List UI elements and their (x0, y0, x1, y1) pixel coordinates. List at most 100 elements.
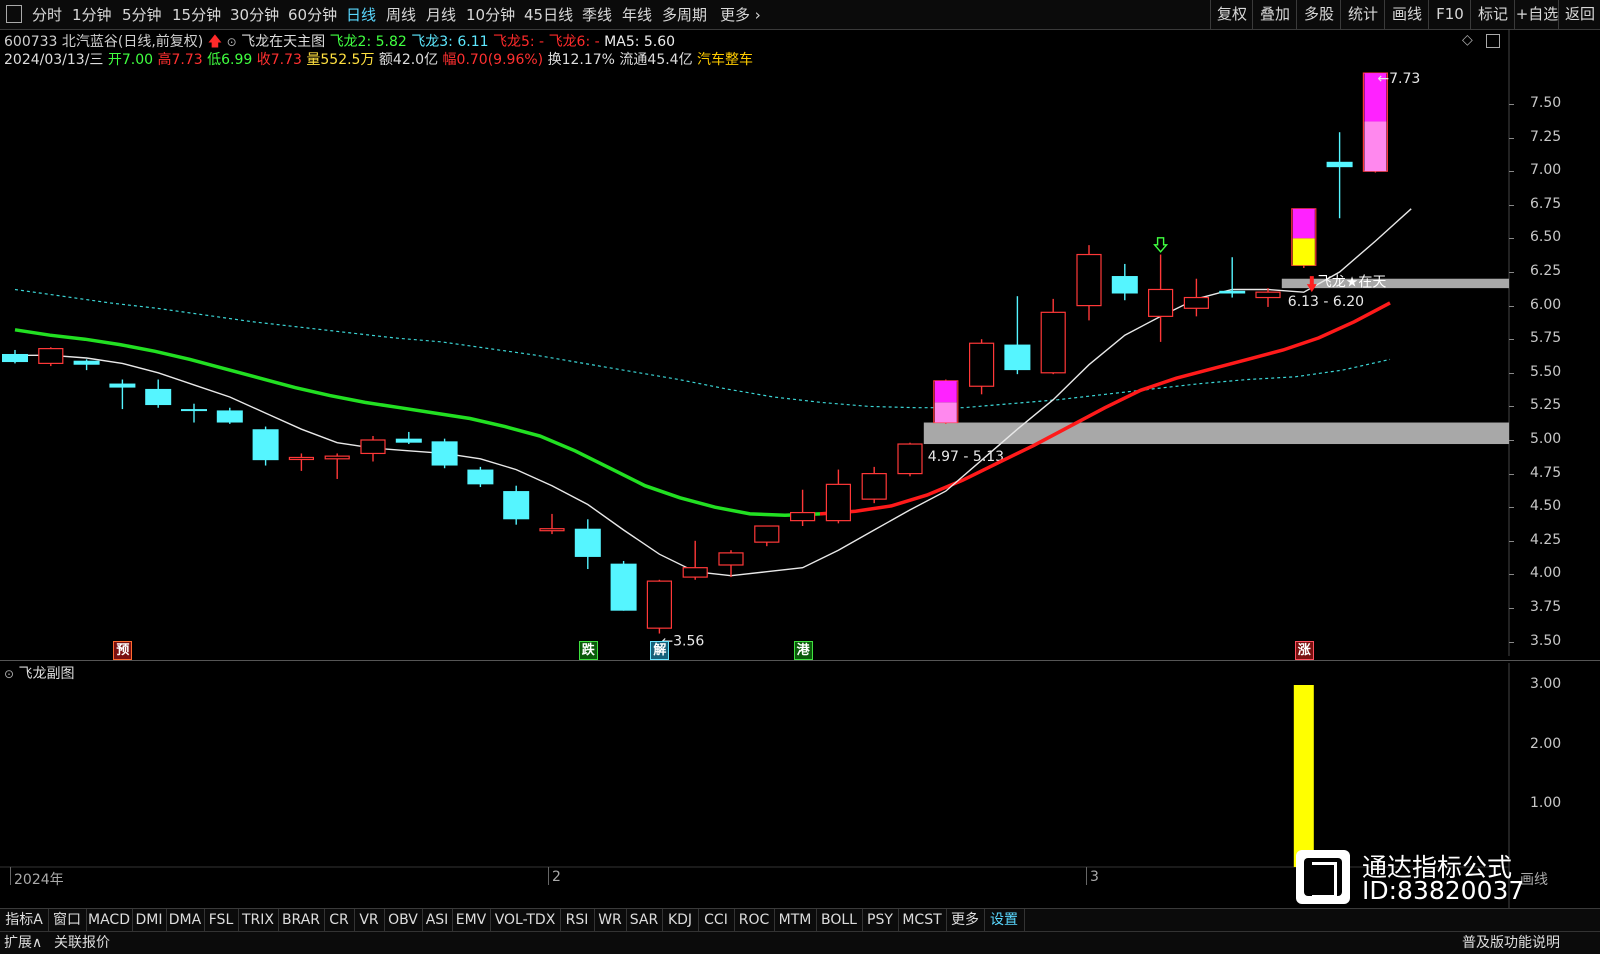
period-tab-1[interactable]: 1分钟 (72, 4, 112, 25)
indicator-tab-14[interactable]: RSI (560, 909, 595, 931)
price-tick-1: 7.25 (1530, 128, 1562, 145)
period-tab-13[interactable]: 多周期 (662, 4, 707, 25)
period-tab-3[interactable]: 15分钟 (172, 4, 221, 25)
period-tab-11[interactable]: 季线 (582, 4, 612, 25)
toolbar-button-4[interactable]: 画线 (1384, 0, 1429, 29)
candle-34 (1219, 257, 1246, 298)
period-tab-12[interactable]: 年线 (622, 4, 652, 25)
candle-0 (2, 349, 28, 364)
period-tab-5[interactable]: 60分钟 (288, 4, 337, 25)
green-down-arrow-icon (1153, 237, 1169, 253)
indicator-tab-12[interactable]: EMV (452, 909, 491, 931)
indicator-tab-21[interactable]: BOLL (816, 909, 863, 931)
candle-24 (861, 466, 887, 504)
toolbar-button-3[interactable]: 统计 (1340, 0, 1385, 29)
price-tick-mark-7 (1509, 339, 1514, 341)
price-tick-10: 5.00 (1530, 431, 1562, 447)
date-label-2: 3 (1090, 869, 1099, 885)
period-tab-4[interactable]: 30分钟 (230, 4, 279, 25)
price-tick-mark-12 (1509, 507, 1514, 509)
indicator-tab-7[interactable]: BRAR (278, 909, 325, 931)
indicator-tab-22[interactable]: PSY (862, 909, 899, 931)
candle-15 (539, 513, 565, 535)
sub-indicator-chart[interactable] (0, 663, 1600, 908)
indicator-tab-4[interactable]: DMA (166, 909, 205, 931)
candle-body-20 (718, 552, 744, 566)
indicator-tab-5[interactable]: FSL (204, 909, 239, 931)
menu-toggle-icon[interactable] (6, 5, 22, 23)
edition-help-link[interactable]: 普及版功能说明 (1462, 932, 1560, 954)
support-zone-1 (1281, 278, 1509, 289)
indicator-tab-6[interactable]: TRIX (238, 909, 279, 931)
indicator-tab-23[interactable]: MCST (898, 909, 947, 931)
indicator-tab-0[interactable]: 指标A (0, 909, 49, 931)
candle-body-15 (539, 528, 565, 532)
date-label-1: 2 (552, 869, 561, 885)
period-tab-6[interactable]: 日线 (346, 4, 376, 25)
candle-body-12 (431, 441, 458, 466)
candle-14 (503, 485, 530, 525)
candle-body-31 (1111, 276, 1138, 294)
indicator-tab-11[interactable]: ASI (422, 909, 453, 931)
candle-30 (1076, 245, 1102, 321)
toolbar-button-7[interactable]: +自选 (1514, 0, 1559, 29)
toolbar-button-0[interactable]: 复权 (1210, 0, 1253, 29)
price-tick-14: 4.00 (1530, 565, 1562, 582)
indicator-tab-17[interactable]: KDJ (662, 909, 699, 931)
indicator-tab-13[interactable]: VOL-TDX (490, 909, 561, 931)
candle-body-37 (1326, 161, 1353, 168)
candle-22 (789, 489, 816, 527)
signal-fill-pink-26 (934, 402, 957, 423)
period-tab-10[interactable]: 45日线 (524, 4, 573, 25)
indicator-tab-10[interactable]: OBV (384, 909, 423, 931)
indicator-tab-25[interactable]: 设置 (984, 909, 1025, 931)
indicator-tab-24[interactable]: 更多 (946, 909, 985, 931)
candle-body-7 (252, 429, 279, 461)
period-tab-8[interactable]: 月线 (426, 4, 456, 25)
toolbar-button-5[interactable]: F10 (1428, 0, 1471, 29)
toolbar-button-8[interactable]: 返回 (1558, 0, 1600, 29)
watermark-id: ID:83820037 (1362, 876, 1525, 905)
candle-body-34 (1219, 290, 1246, 294)
indicator-tab-19[interactable]: ROC (734, 909, 775, 931)
indicator-tab-9[interactable]: VR (354, 909, 385, 931)
sub-tick-1: 2.00 (1530, 735, 1562, 752)
candle-9 (324, 453, 350, 479)
support-zone-label-1: 6.13 - 6.20 (1288, 294, 1364, 310)
indicator-tab-1[interactable]: 窗口 (48, 909, 87, 931)
period-tab-14[interactable]: 更多 › (720, 4, 761, 25)
indicator-tab-16[interactable]: SAR (626, 909, 663, 931)
toolbar-button-6[interactable]: 标记 (1470, 0, 1515, 29)
candle-body-6 (216, 410, 243, 423)
candle-body-10 (360, 439, 386, 455)
toolbar-button-2[interactable]: 多股 (1296, 0, 1341, 29)
main-kline-chart[interactable]: 4.97 - 5.136.13 - 6.20←3.56←7.73飞龙★在天 (0, 29, 1600, 656)
indicator-tab-15[interactable]: WR (594, 909, 627, 931)
indicator-tab-18[interactable]: CCI (698, 909, 735, 931)
indicator-tab-2[interactable]: MACD (86, 909, 133, 931)
signal-tag-2: 解 (650, 641, 670, 660)
indicator-tab-20[interactable]: MTM (774, 909, 817, 931)
sub-tick-2: 1.00 (1530, 795, 1562, 811)
price-tick-mark-2 (1509, 171, 1514, 173)
period-tab-0[interactable]: 分时 (32, 4, 62, 25)
candle-35 (1255, 288, 1281, 307)
status-bar: 扩展∧ 关联报价 普及版功能说明 (0, 931, 1600, 954)
candle-body-2 (73, 360, 100, 365)
candle-body-21 (754, 525, 780, 543)
indicator-tab-3[interactable]: DMI (132, 909, 167, 931)
date-tick-0 (10, 867, 11, 885)
candle-28 (1004, 296, 1031, 375)
period-tab-9[interactable]: 10分钟 (466, 4, 515, 25)
candle-18 (646, 579, 673, 634)
expand-button[interactable]: 扩展∧ (4, 932, 42, 954)
related-quote-button[interactable]: 关联报价 (54, 932, 110, 954)
period-tab-2[interactable]: 5分钟 (122, 4, 162, 25)
signal-fill-magenta-26 (934, 380, 957, 403)
pane-divider[interactable] (0, 660, 1600, 661)
period-tab-7[interactable]: 周线 (386, 4, 416, 25)
indicator-tab-8[interactable]: CR (324, 909, 355, 931)
toolbar-button-1[interactable]: 叠加 (1252, 0, 1297, 29)
candle-body-27 (968, 342, 995, 387)
price-tick-mark-4 (1509, 238, 1514, 240)
